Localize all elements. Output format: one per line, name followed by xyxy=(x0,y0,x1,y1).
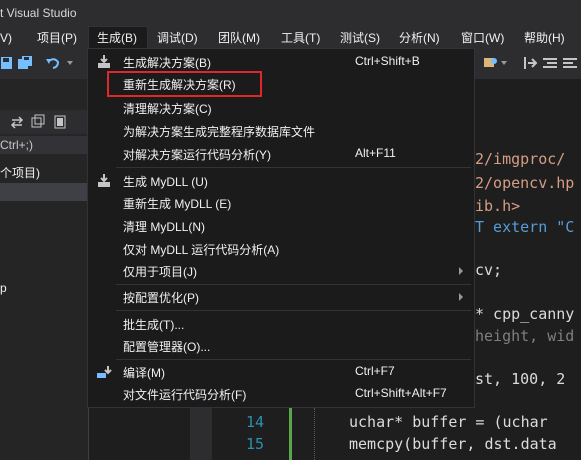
collapse-all-icon[interactable] xyxy=(30,114,46,130)
window-title: t Visual Studio xyxy=(0,6,77,20)
menu-item-label: 生成 MyDLL (U) xyxy=(123,175,208,189)
menu-item-run-code-analysis-project[interactable]: 仅对 MyDLL 运行代码分析(A) xyxy=(88,238,474,260)
menu-item-generate-pdb[interactable]: 为解决方案生成完整程序数据库文件 xyxy=(88,120,474,142)
undo-dropdown-icon[interactable] xyxy=(66,59,74,67)
menu-item-run-code-analysis-file[interactable]: 对文件运行代码分析(F) Ctrl+Shift+Alt+F7 xyxy=(88,383,474,405)
code-fragment: st, 100, 2 xyxy=(475,370,566,388)
menu-item-configuration-manager[interactable]: 配置管理器(O)... xyxy=(88,335,474,357)
menu-item-label: 清理解决方案(C) xyxy=(123,102,212,116)
menu-help[interactable]: 帮助(H) xyxy=(524,27,565,49)
menu-item-shortcut: Ctrl+Shift+B xyxy=(355,54,420,68)
menu-item-shortcut: Alt+F11 xyxy=(355,146,396,160)
menu-item-shortcut: Ctrl+Shift+Alt+F7 xyxy=(355,386,447,400)
menu-item-batch-build[interactable]: 批生成(T)... xyxy=(88,313,474,335)
search-placeholder: Ctrl+;) xyxy=(0,138,33,152)
menu-item-label: 配置管理器(O)... xyxy=(123,340,211,354)
menu-bar: V) 项目(P) 生成(B) 调试(D) 团队(M) 工具(T) 测试(S) 分… xyxy=(0,26,581,49)
menu-item-label: 按配置优化(P) xyxy=(123,291,199,305)
line-number: 15 xyxy=(246,435,265,453)
save-icon[interactable] xyxy=(0,55,16,71)
menu-item-build-solution[interactable]: 生成解决方案(B) Ctrl+Shift+B xyxy=(88,51,474,73)
step-into-icon[interactable] xyxy=(522,55,538,71)
solution-search-input[interactable]: Ctrl+;) xyxy=(0,136,88,154)
menu-separator xyxy=(116,310,471,311)
code-line: memcpy(buffer, dst.data xyxy=(349,435,557,453)
menu-item-label: 清理 MyDLL(N) xyxy=(123,220,206,234)
solution-explorer-toolbar xyxy=(0,110,88,134)
find-in-files-icon[interactable] xyxy=(483,55,499,71)
menu-separator xyxy=(116,359,471,360)
menu-item-label: 为解决方案生成完整程序数据库文件 xyxy=(123,125,316,139)
tree-row-label: 个项目) xyxy=(0,166,40,180)
menu-analyze[interactable]: 分析(N) xyxy=(399,27,440,49)
code-fragment: ib.h> xyxy=(475,197,521,215)
menu-item-label: 批生成(T)... xyxy=(123,318,185,332)
code-fragment: cv; xyxy=(475,261,503,279)
menu-build[interactable]: 生成(B) xyxy=(88,26,148,48)
menu-item-label: 仅对 MyDLL 运行代码分析(A) xyxy=(123,243,280,257)
sync-icon[interactable] xyxy=(9,114,25,130)
highlight-annotation xyxy=(107,71,262,97)
solution-tree-row[interactable]: p xyxy=(0,279,88,297)
menu-item-clean-project[interactable]: 清理 MyDLL(N) xyxy=(88,215,474,237)
code-fragment: 2/opencv.hp xyxy=(475,174,575,192)
code-fragment: * cpp_canny xyxy=(475,305,575,323)
title-bar: t Visual Studio xyxy=(0,0,581,27)
menu-item-clean-solution[interactable]: 清理解决方案(C) xyxy=(88,97,474,119)
menu-item-profile-guided-optimization[interactable]: 按配置优化(P) xyxy=(88,286,474,308)
menu-tools[interactable]: 工具(T) xyxy=(281,27,320,49)
menu-window[interactable]: 窗口(W) xyxy=(461,27,504,49)
menu-item-run-code-analysis-solution[interactable]: 对解决方案运行代码分析(Y) Alt+F11 xyxy=(88,143,474,165)
menu-item-build-project[interactable]: 生成 MyDLL (U) xyxy=(88,170,474,192)
menu-team[interactable]: 团队(M) xyxy=(218,27,260,49)
indent-icon[interactable] xyxy=(562,55,578,71)
menu-item-label: 重新生成 MyDLL (E) xyxy=(123,197,232,211)
code-fragment: T extern "C xyxy=(475,218,575,236)
save-all-icon[interactable] xyxy=(17,55,33,71)
tree-row-label: p xyxy=(0,281,7,295)
menu-debug[interactable]: 调试(D) xyxy=(157,27,198,49)
find-dropdown-icon[interactable] xyxy=(500,59,508,67)
menu-item-label: 仅用于项目(J) xyxy=(123,265,197,279)
menu-separator xyxy=(116,284,471,285)
solution-tree-row-selected[interactable] xyxy=(0,183,88,201)
code-fragment: height, wid xyxy=(475,327,575,345)
menu-item-label: 生成解决方案(B) xyxy=(123,56,211,70)
menu-project[interactable]: 项目(P) xyxy=(37,27,77,49)
menu-separator xyxy=(116,167,471,168)
build-solution-icon xyxy=(98,55,110,68)
menu-item-label: 对文件运行代码分析(F) xyxy=(123,388,247,402)
code-line: uchar* buffer = (uchar xyxy=(349,413,548,431)
change-indicator xyxy=(289,408,292,460)
code-fragment: 2/imgproc/ xyxy=(475,150,566,168)
menu-item-compile[interactable]: 编译(M) Ctrl+F7 xyxy=(88,361,474,383)
line-number: 14 xyxy=(246,413,265,431)
menu-test[interactable]: 测试(S) xyxy=(340,27,380,49)
indent-guide xyxy=(314,408,316,460)
menu-view[interactable]: V) xyxy=(0,27,12,49)
menu-item-rebuild-project[interactable]: 重新生成 MyDLL (E) xyxy=(88,192,474,214)
solution-explorer: Ctrl+;) 个项目) p xyxy=(0,79,88,460)
code-fragment: T extern "C xyxy=(475,218,574,236)
menu-item-project-only[interactable]: 仅用于项目(J) xyxy=(88,260,474,282)
menu-item-label: 编译(M) xyxy=(123,366,165,380)
undo-icon[interactable] xyxy=(45,55,61,71)
solution-tree-row[interactable]: 个项目) xyxy=(0,164,88,182)
submenu-arrow-icon xyxy=(459,267,463,275)
show-all-files-icon[interactable] xyxy=(52,114,68,130)
outdent-icon[interactable] xyxy=(542,55,558,71)
menu-item-label: 对解决方案运行代码分析(Y) xyxy=(123,148,271,162)
submenu-arrow-icon xyxy=(459,293,463,301)
build-menu-dropdown: 生成解决方案(B) Ctrl+Shift+B 重新生成解决方案(R) 清理解决方… xyxy=(87,48,475,408)
build-project-icon xyxy=(98,174,110,187)
menu-item-shortcut: Ctrl+F7 xyxy=(355,364,395,378)
compile-icon xyxy=(97,366,112,378)
